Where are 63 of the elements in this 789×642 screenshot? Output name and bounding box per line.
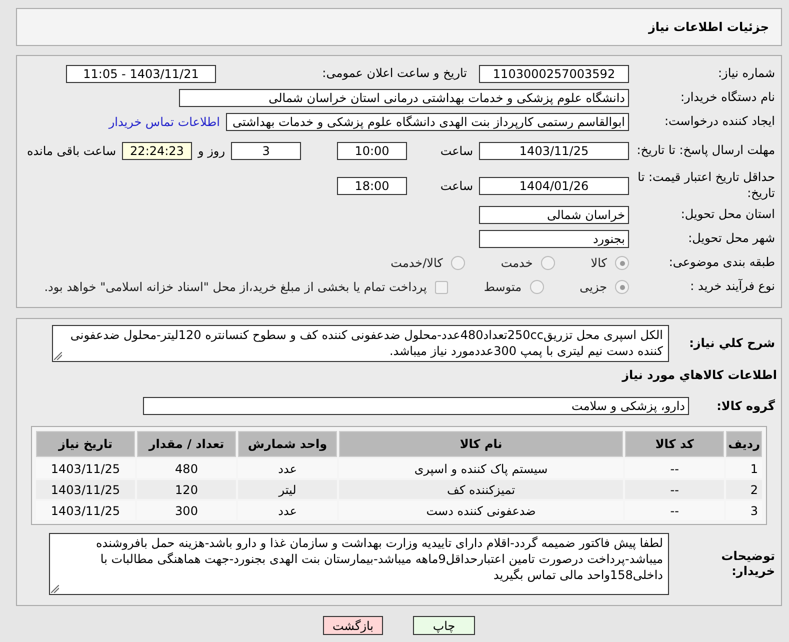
- field-label: شرح کلي نياز:: [688, 336, 776, 352]
- time-label: ساعت: [439, 144, 473, 158]
- column-header: تاریخ نیاز: [36, 431, 135, 458]
- need-number-field: 1103000257003592: [479, 65, 629, 83]
- column-header: واحد شمارش: [238, 431, 337, 458]
- field-label: ایجاد کننده درخواست:: [663, 114, 776, 130]
- field-label: توضیحات خریدار:: [720, 548, 776, 580]
- announce-date-field: 1403/11/21 - 11:05: [66, 65, 216, 83]
- validity-date-field: 1404/01/26: [479, 176, 629, 195]
- page-title: جزئیات اطلاعات نیاز: [648, 20, 769, 34]
- field-label: نام دستگاه خریدار:: [680, 90, 776, 106]
- field-label: شماره نیاز:: [717, 66, 776, 82]
- option-label: کالا: [590, 256, 607, 270]
- option-label: خدمت: [500, 256, 533, 270]
- column-header: تعداد / مقدار: [137, 431, 236, 458]
- field-label: شهر محل تحویل:: [687, 231, 776, 247]
- column-header: نام کالا: [339, 431, 624, 458]
- days-field: 3: [231, 142, 301, 160]
- deadline-date-field: 1403/11/25: [479, 142, 629, 160]
- print-button[interactable]: چاپ: [413, 616, 475, 636]
- table-cell: --: [625, 480, 724, 500]
- city-field: بجنورد: [479, 230, 629, 248]
- days-label: روز و: [198, 144, 225, 158]
- field-label: طبقه بندی موضوعی:: [668, 255, 776, 271]
- table-cell: تمیزکننده کف: [339, 480, 624, 500]
- checkbox[interactable]: [434, 280, 448, 294]
- column-header: کد کالا: [625, 431, 724, 458]
- deadline-time-field: 10:00: [337, 142, 407, 160]
- option-label: متوسط: [484, 280, 522, 294]
- back-button[interactable]: بازگشت: [323, 616, 383, 636]
- radio-button[interactable]: [540, 256, 555, 270]
- section-heading: اطلاعات کالاهاي مورد نياز: [620, 368, 778, 382]
- table-cell: 2: [726, 480, 762, 500]
- field-label: نوع فرآیند خرید :: [689, 279, 776, 295]
- radio-button[interactable]: [615, 256, 629, 270]
- buyer-field: دانشگاه علوم پزشکی و خدمات بهداشتی درمانی استان خراسان شمالی: [179, 89, 629, 107]
- description-textarea[interactable]: الکل اسپری محل تزریق250ccتعداد480عدد-محلول ضدعفونی کننده کف و سطوح کنسانتره 120لیتر-محلول ضدعفونی کننده دست نیم لیتری با پمپ 300عددمورد نیاز میباشد.: [52, 325, 669, 362]
- column-header: ردیف: [726, 431, 762, 458]
- field-label: گروه کالا:: [716, 398, 776, 414]
- buyer-notes-textarea[interactable]: لطفا پیش فاکتور ضمیمه گردد-اقلام دارای تاییدیه وزارت بهداشت و سازمان غذا و دارو باشد-هزینه حمل بافروشنده میباشد-پرداخت درصورت تامین اعتبارحداقل9ماهه میباشد-بیمارستان بنت الهدی بجنورد-جهت هماهنگی مطالبات با داخلی158واحد مالی تماس بگیرید: [49, 533, 669, 596]
- creator-field: ابوالقاسم رستمی کارپرداز بنت الهدی دانشگاه علوم پزشکی و خدمات بهداشتی: [226, 113, 629, 131]
- table-cell: لیتر: [238, 480, 337, 500]
- radio-button[interactable]: [450, 256, 465, 270]
- option-label: جزیی: [580, 280, 607, 294]
- province-field: خراسان شمالی: [479, 206, 629, 224]
- table-cell: 1403/11/25: [36, 480, 135, 500]
- field-label: مهلت ارسال پاسخ: تا تاریخ:: [636, 143, 776, 159]
- remaining-time-field: 22:24:23: [122, 142, 192, 160]
- time-label: ساعت: [439, 178, 473, 193]
- radio-button[interactable]: [530, 280, 544, 294]
- option-label: پرداخت تمام یا بخشی از مبلغ خرید،از محل "اسناد خزانه اسلامی" خواهد بود.: [44, 280, 427, 294]
- remaining-label: ساعت باقی مانده: [26, 144, 116, 158]
- validity-time-field: 18:00: [337, 176, 407, 195]
- option-label: کالا/خدمت: [390, 256, 443, 270]
- buyer-contact-link[interactable]: اطلاعات تماس خریدار: [108, 115, 220, 129]
- resize-grip-icon[interactable]: [51, 585, 59, 594]
- field-label: تاریخ و ساعت اعلان عمومی:: [321, 66, 468, 82]
- resize-grip-icon[interactable]: [54, 352, 62, 360]
- goods-group-field: دارو، پزشکی و سلامت: [143, 397, 689, 416]
- field-label: حداقل تاریخ اعتبار قیمت: تا تاریخ:: [636, 170, 776, 202]
- table-cell: 120: [137, 480, 236, 500]
- field-label: استان محل تحویل:: [680, 207, 776, 223]
- radio-button[interactable]: [615, 280, 629, 294]
